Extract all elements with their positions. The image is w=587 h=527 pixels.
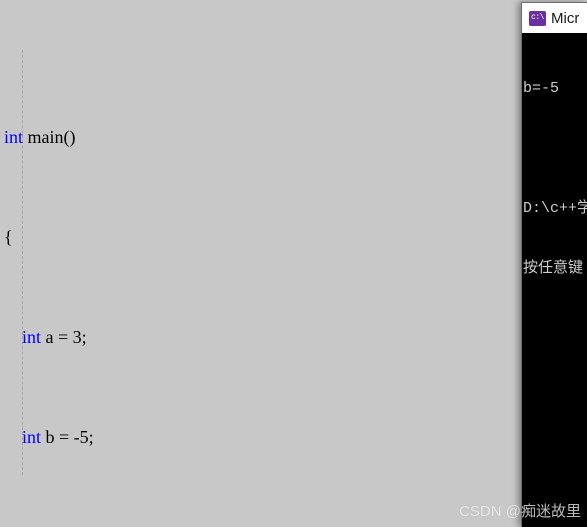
code-text: ; (88, 427, 94, 447)
console-icon-label: c:\ (531, 13, 544, 22)
function-main: main (27, 127, 64, 147)
indent-guide (22, 50, 23, 475)
literal-minus5: -5 (73, 427, 89, 447)
code-line[interactable]: int main() (0, 125, 587, 150)
code-line[interactable]: { (0, 225, 587, 250)
code-text: = (54, 427, 74, 447)
code-text: () (63, 127, 76, 147)
console-output-line: b=-5 (523, 80, 560, 97)
code-editor[interactable]: int main() { int a = 3; int b = -5; int … (0, 0, 587, 526)
code-line[interactable]: int b = -5; (0, 425, 587, 450)
console-window[interactable]: c:\ Micr b=-5 D:\c++学 按任意键 (521, 2, 587, 527)
console-output-line-blank (523, 139, 587, 159)
csdn-watermark: CSDN @痴迷故里 (459, 503, 581, 520)
variable-b: b (45, 427, 55, 447)
code-line[interactable]: int a = 3; (0, 325, 587, 350)
code-text: ; (81, 327, 87, 347)
literal-3: 3 (72, 327, 82, 347)
keyword-int: int (4, 127, 24, 147)
console-output-line: 按任意键 (523, 260, 584, 277)
code-text: = (53, 327, 73, 347)
variable-a: a (45, 327, 54, 347)
brace-open: { (4, 227, 13, 247)
console-window-title: Micr (551, 9, 580, 27)
console-titlebar[interactable]: c:\ Micr (522, 3, 587, 33)
console-window-icon: c:\ (529, 10, 546, 26)
keyword-int: int (22, 327, 42, 347)
console-output-line: D:\c++学 (523, 200, 587, 217)
keyword-int: int (22, 427, 42, 447)
console-output[interactable]: b=-5 D:\c++学 按任意键 (522, 33, 587, 319)
